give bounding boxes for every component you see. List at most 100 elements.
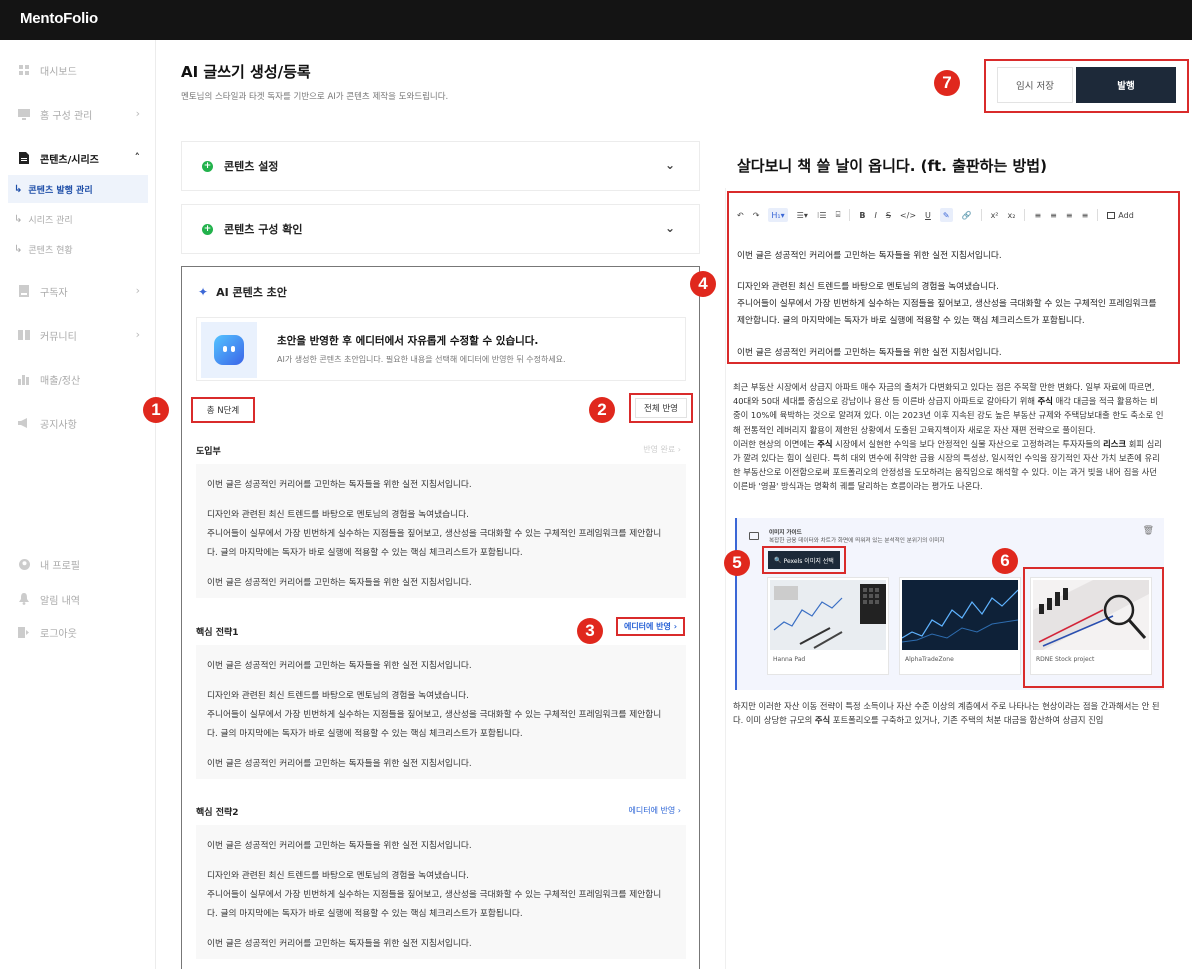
sidebar-item-contents[interactable]: 콘텐츠/시리즈 ˄ xyxy=(0,143,156,173)
code-block-icon[interactable]: ⌸ xyxy=(836,208,841,222)
subscript-icon[interactable]: x₂ xyxy=(1008,208,1016,222)
image-guide-description: 복잡한 금융 데이터와 차트가 화면에 띄워져 있는 분석적인 분위기의 이미지 xyxy=(769,538,945,544)
editor-line[interactable]: 디자인와 관련된 최신 트렌드를 바탕으로 멘토님의 경험을 녹여냈습니다. xyxy=(737,278,999,296)
heading-dropdown[interactable]: H₁▾ xyxy=(768,208,788,222)
ordered-list-icon[interactable]: ⁝☰ xyxy=(817,208,827,222)
align-right-icon[interactable]: ≡ xyxy=(1066,208,1073,222)
bullet-list-icon[interactable]: ☰▾ xyxy=(797,208,808,222)
toolbar-divider xyxy=(980,209,982,221)
sidebar-sub-series-manage[interactable]: ↳ 시리즈 관리 xyxy=(8,205,148,233)
sidebar-item-label: 내 프로필 xyxy=(40,560,80,572)
editor-line[interactable]: 이번 글은 성공적인 커리어를 고민하는 독자들을 위한 실전 지침서입니다. xyxy=(737,344,1002,362)
italic-icon[interactable]: I xyxy=(874,208,876,222)
toolbar-divider xyxy=(1024,209,1026,221)
check-circle-icon: + xyxy=(202,223,213,235)
sidebar-item-dashboard[interactable]: 대시보드 xyxy=(0,55,156,85)
highlight-icon[interactable]: ✎ xyxy=(939,208,953,222)
temp-save-button[interactable]: 임시 저장 xyxy=(997,67,1073,103)
apply-all-button[interactable]: 전체 반영 xyxy=(635,398,687,418)
underline-icon[interactable]: U xyxy=(925,208,931,222)
section-body-intro: 이번 글은 성공적인 커리어를 고민하는 독자들을 위한 실전 지침서입니다. … xyxy=(196,464,686,598)
sidebar-item-community[interactable]: 커뮤니티 › xyxy=(0,320,156,350)
body-line: 주니어들이 실무에서 가장 빈번하게 실수하는 지점들을 짚어보고, 생산성을 … xyxy=(207,890,662,900)
editor-line[interactable]: 주니어들이 실무에서 가장 빈번하게 실수하는 지점들을 짚어보고, 생산성을 … xyxy=(737,295,1157,313)
strikethrough-icon[interactable]: S xyxy=(886,208,891,222)
steps-count-tag: 총 N단계 xyxy=(191,397,255,423)
sidebar-sub-content-status[interactable]: ↳ 콘텐츠 현황 xyxy=(8,235,148,263)
add-label: Add xyxy=(1118,210,1134,220)
sidebar-item-subscribers[interactable]: 구독자 › xyxy=(0,276,156,306)
editor-line[interactable]: 제안합니다. 글의 마지막에는 독자가 바로 실행에 적용할 수 있는 핵심 체… xyxy=(737,312,1085,330)
ai-info-banner: 초안을 반영한 후 에디터에서 자유롭게 수정할 수 있습니다. AI가 생성한… xyxy=(196,317,686,381)
trash-icon[interactable]: 🗑 xyxy=(1143,526,1154,536)
accordion-content-structure[interactable]: + 콘텐츠 구성 확인 ⌄ xyxy=(181,204,700,254)
page-subtitle: 멘토님의 스타일과 타겟 독자를 기반으로 AI가 콘텐츠 제작을 도와드립니다… xyxy=(181,92,449,102)
align-center-icon[interactable]: ≡ xyxy=(1050,208,1057,222)
article-body[interactable]: 최근 부동산 시장에서 상급지 아파트 매수 자금의 출처가 다변화되고 있다는… xyxy=(733,380,1165,494)
annotation-badge-1: 1 xyxy=(143,397,169,423)
image-option[interactable]: AlphaTradeZone xyxy=(899,577,1021,675)
sidebar-item-notice[interactable]: 공지사항 xyxy=(0,408,156,438)
ai-panel-header: ✦ AI 콘텐츠 초안 xyxy=(198,284,287,300)
sidebar-item-profile[interactable]: 내 프로필 xyxy=(0,549,156,579)
bell-icon xyxy=(18,593,30,605)
sidebar-sub-publish-manage[interactable]: ↳ 콘텐츠 발행 관리 xyxy=(8,175,148,203)
sidebar-item-label: 대시보드 xyxy=(40,66,77,78)
bot-avatar xyxy=(201,322,257,378)
body-line: 이번 글은 성공적인 커리어를 고민하는 독자들을 위한 실전 지침서입니다. xyxy=(207,480,472,490)
check-circle-icon: + xyxy=(202,160,213,172)
user-icon xyxy=(18,558,30,570)
annotation-box-selected-image xyxy=(1023,567,1164,688)
subscriber-icon xyxy=(18,285,30,297)
sidebar: 대시보드 홈 구성 관리 › 콘텐츠/시리즈 ˄ ↳ 콘텐츠 발행 관리 ↳ 시… xyxy=(0,40,156,969)
align-justify-icon[interactable]: ≡ xyxy=(1082,208,1089,222)
apply-to-editor-button[interactable]: 에디터에 반영 › xyxy=(615,617,685,636)
sidebar-item-home-config[interactable]: 홈 구성 관리 › xyxy=(0,99,156,129)
section-body-strategy1: 이번 글은 성공적인 커리어를 고민하는 독자들을 위한 실전 지침서입니다. … xyxy=(196,645,686,779)
redo-icon[interactable]: ↷ xyxy=(753,208,760,222)
body-line: 디자인와 관련된 최신 트렌드를 바탕으로 멘토님의 경험을 녹여냈습니다. xyxy=(207,871,469,881)
annotation-badge-2: 2 xyxy=(589,397,615,423)
sub-arrow-icon: ↳ xyxy=(14,213,23,225)
page-title: AI 글쓰기 생성/등록 xyxy=(181,63,311,81)
article-body-continued[interactable]: 하지만 이러한 자산 이동 전략이 특정 소득이나 자산 수준 이상의 계층에서… xyxy=(733,699,1165,725)
superscript-icon[interactable]: x² xyxy=(991,208,999,222)
publish-button[interactable]: 발행 xyxy=(1076,67,1176,103)
book-icon xyxy=(18,329,30,341)
add-image-button[interactable]: Add xyxy=(1107,208,1134,222)
section-title-strategy1: 핵심 전략1 xyxy=(196,628,239,638)
apply-to-editor-button[interactable]: 에디터에 반영 › xyxy=(629,805,681,816)
megaphone-icon xyxy=(18,417,30,429)
sidebar-item-label: 커뮤니티 xyxy=(40,331,77,343)
sidebar-item-logout[interactable]: 로그아웃 xyxy=(0,617,156,647)
editor-line[interactable]: 이번 글은 성공적인 커리어를 고민하는 독자들을 위한 실전 지침서입니다. xyxy=(737,247,1002,265)
pexels-select-button[interactable]: 🔍 Pexels 이미지 선택 xyxy=(768,551,840,569)
body-line: 주니어들이 실무에서 가장 빈번하게 실수하는 지점들을 짚어보고, 생산성을 … xyxy=(207,710,662,720)
banner-title: 초안을 반영한 후 에디터에서 자유롭게 수정할 수 있습니다. xyxy=(277,335,539,347)
toolbar-divider xyxy=(1097,209,1099,221)
brand-logo[interactable]: MentoFolio xyxy=(20,10,98,27)
section-title-intro: 도입부 xyxy=(196,447,221,457)
align-left-icon[interactable]: ≡ xyxy=(1034,208,1041,222)
annotation-badge-4: 4 xyxy=(690,271,716,297)
body-line: 다. 글의 마지막에는 독자가 바로 실행에 적용할 수 있는 핵심 체크리스트… xyxy=(207,909,523,919)
annotation-box-apply-all: 전체 반영 xyxy=(629,393,693,423)
body-line: 다. 글의 마지막에는 독자가 바로 실행에 적용할 수 있는 핵심 체크리스트… xyxy=(207,729,523,739)
annotation-badge-6: 6 xyxy=(992,548,1018,574)
section-title-strategy2: 핵심 전략2 xyxy=(196,808,239,818)
link-icon[interactable]: 🔗 xyxy=(962,208,972,222)
sidebar-item-label: 콘텐츠/시리즈 xyxy=(40,154,99,166)
inline-code-icon[interactable]: </> xyxy=(900,208,916,222)
body-line: 이번 글은 성공적인 커리어를 고민하는 독자들을 위한 실전 지침서입니다. xyxy=(207,578,472,588)
sidebar-item-notifications[interactable]: 알림 내역 xyxy=(0,584,156,614)
sidebar-item-sales[interactable]: 매출/정산 xyxy=(0,364,156,394)
sidebar-item-label: 구독자 xyxy=(40,287,68,299)
undo-icon[interactable]: ↶ xyxy=(737,208,744,222)
section-body-strategy2: 이번 글은 성공적인 커리어를 고민하는 독자들을 위한 실전 지침서입니다. … xyxy=(196,825,686,959)
bold-icon[interactable]: B xyxy=(859,208,865,222)
accordion-content-settings[interactable]: + 콘텐츠 설정 ⌄ xyxy=(181,141,700,191)
image-option[interactable]: Hanna Pad xyxy=(767,577,889,675)
chevron-down-icon: ⌄ xyxy=(664,221,675,235)
body-line: 다. 글의 마지막에는 독자가 바로 실행에 적용할 수 있는 핵심 체크리스트… xyxy=(207,548,523,558)
editor-title[interactable]: 살다보니 책 쓸 날이 옵니다. (ft. 출판하는 방법) xyxy=(737,155,1047,176)
